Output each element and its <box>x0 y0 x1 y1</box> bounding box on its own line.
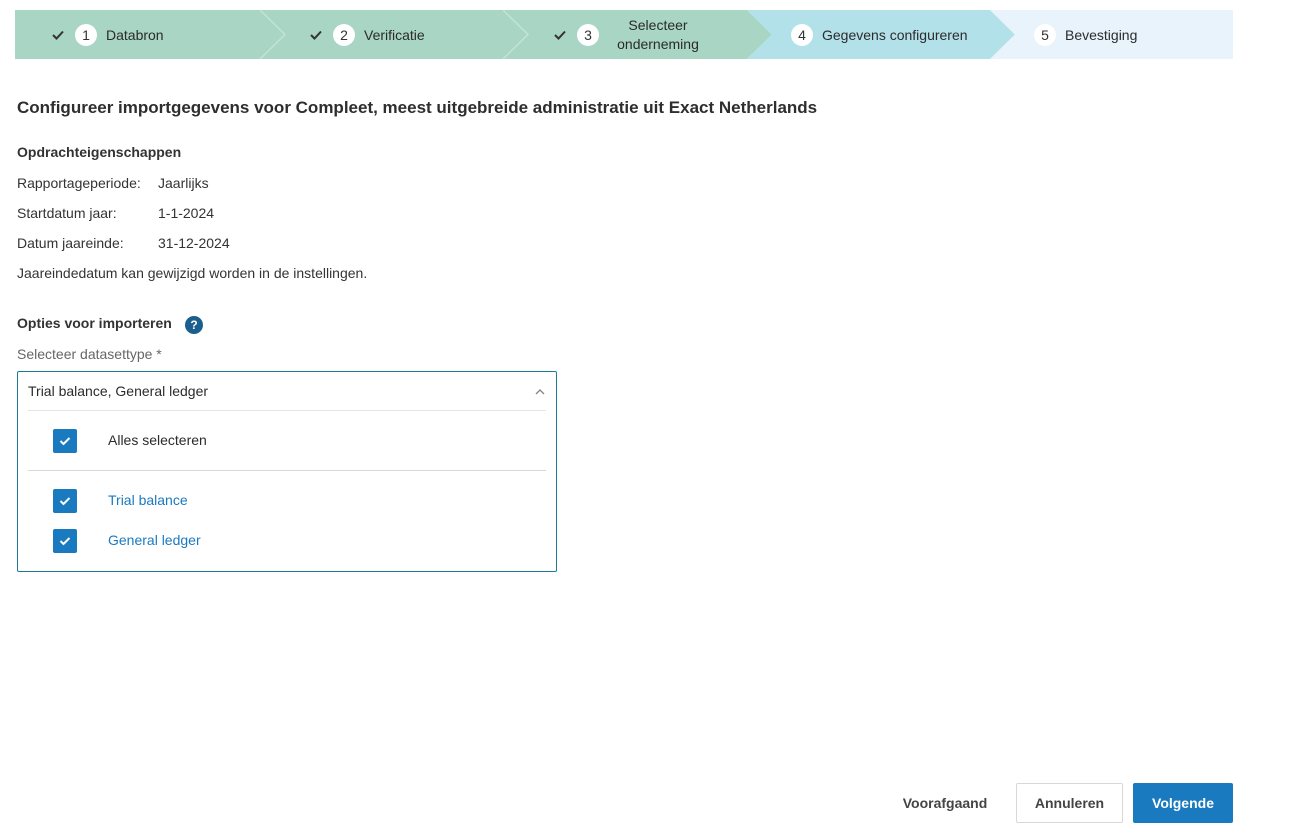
step-label: Verificatie <box>364 26 425 43</box>
page-title: Configureer importgegevens voor Compleet… <box>17 98 818 117</box>
dataset-type-dropdown[interactable]: Trial balance, General ledger Alles sele… <box>17 371 557 572</box>
step-3[interactable]: 3 Selecteer onderneming <box>553 10 708 59</box>
step-number: 1 <box>75 23 97 46</box>
step-label: Selecteer onderneming <box>608 16 708 54</box>
step-4[interactable]: 4 Gegevens configureren <box>791 10 968 59</box>
step-number: 5 <box>1034 23 1056 46</box>
step-number: 2 <box>333 23 355 46</box>
properties-heading: Opdrachteigenschappen <box>17 144 182 160</box>
dropdown-selected-value[interactable]: Trial balance, General ledger <box>28 383 208 399</box>
step-1[interactable]: 1 Databron <box>51 10 164 59</box>
trial-balance-checkbox[interactable] <box>53 489 77 513</box>
property-label-start: Startdatum jaar: <box>17 205 117 221</box>
select-all-label[interactable]: Alles selecteren <box>108 432 207 448</box>
general-ledger-checkbox[interactable] <box>53 529 77 553</box>
dropdown-divider <box>28 470 546 471</box>
cancel-button[interactable]: Annuleren <box>1016 783 1123 823</box>
wizard-stepper: 1 Databron 2 Verificatie 3 Selecteer ond… <box>15 10 1233 59</box>
previous-button[interactable]: Voorafgaand <box>895 783 995 823</box>
check-icon <box>52 30 64 40</box>
step-label-line-1: Selecteer <box>628 16 688 33</box>
property-value-start: 1-1-2024 <box>158 205 215 221</box>
step-label-line-2: onderneming <box>617 35 699 52</box>
check-icon <box>554 30 566 40</box>
step-label: Bevestiging <box>1065 26 1138 43</box>
check-icon <box>59 437 71 446</box>
step-number: 3 <box>577 23 599 46</box>
step-2[interactable]: 2 Verificatie <box>309 10 425 59</box>
check-icon <box>59 497 71 506</box>
property-label-period: Rapportageperiode: <box>17 175 141 191</box>
step-5[interactable]: 5 Bevestiging <box>1034 10 1137 59</box>
general-ledger-label[interactable]: General ledger <box>108 532 201 548</box>
property-value-period: Jaarlijks <box>158 175 209 191</box>
select-all-checkbox[interactable] <box>53 429 77 453</box>
dataset-type-label: Selecteer datasettype * <box>17 346 162 362</box>
step-label: Databron <box>106 26 164 43</box>
year-end-note: Jaareindedatum kan gewijzigd worden in d… <box>17 265 368 281</box>
property-value-end: 31-12-2024 <box>158 235 230 251</box>
check-icon <box>59 537 71 546</box>
import-options-heading: Opties voor importeren <box>17 315 172 331</box>
chevron-up-icon[interactable] <box>534 386 546 398</box>
check-icon <box>310 30 322 40</box>
step-label: Gegevens configureren <box>822 26 968 43</box>
property-label-end: Datum jaareinde: <box>17 235 124 251</box>
step-number: 4 <box>791 23 813 46</box>
next-button[interactable]: Volgende <box>1133 783 1233 823</box>
dropdown-divider <box>28 410 546 411</box>
help-icon[interactable]: ? <box>185 316 203 334</box>
trial-balance-label[interactable]: Trial balance <box>108 492 188 508</box>
